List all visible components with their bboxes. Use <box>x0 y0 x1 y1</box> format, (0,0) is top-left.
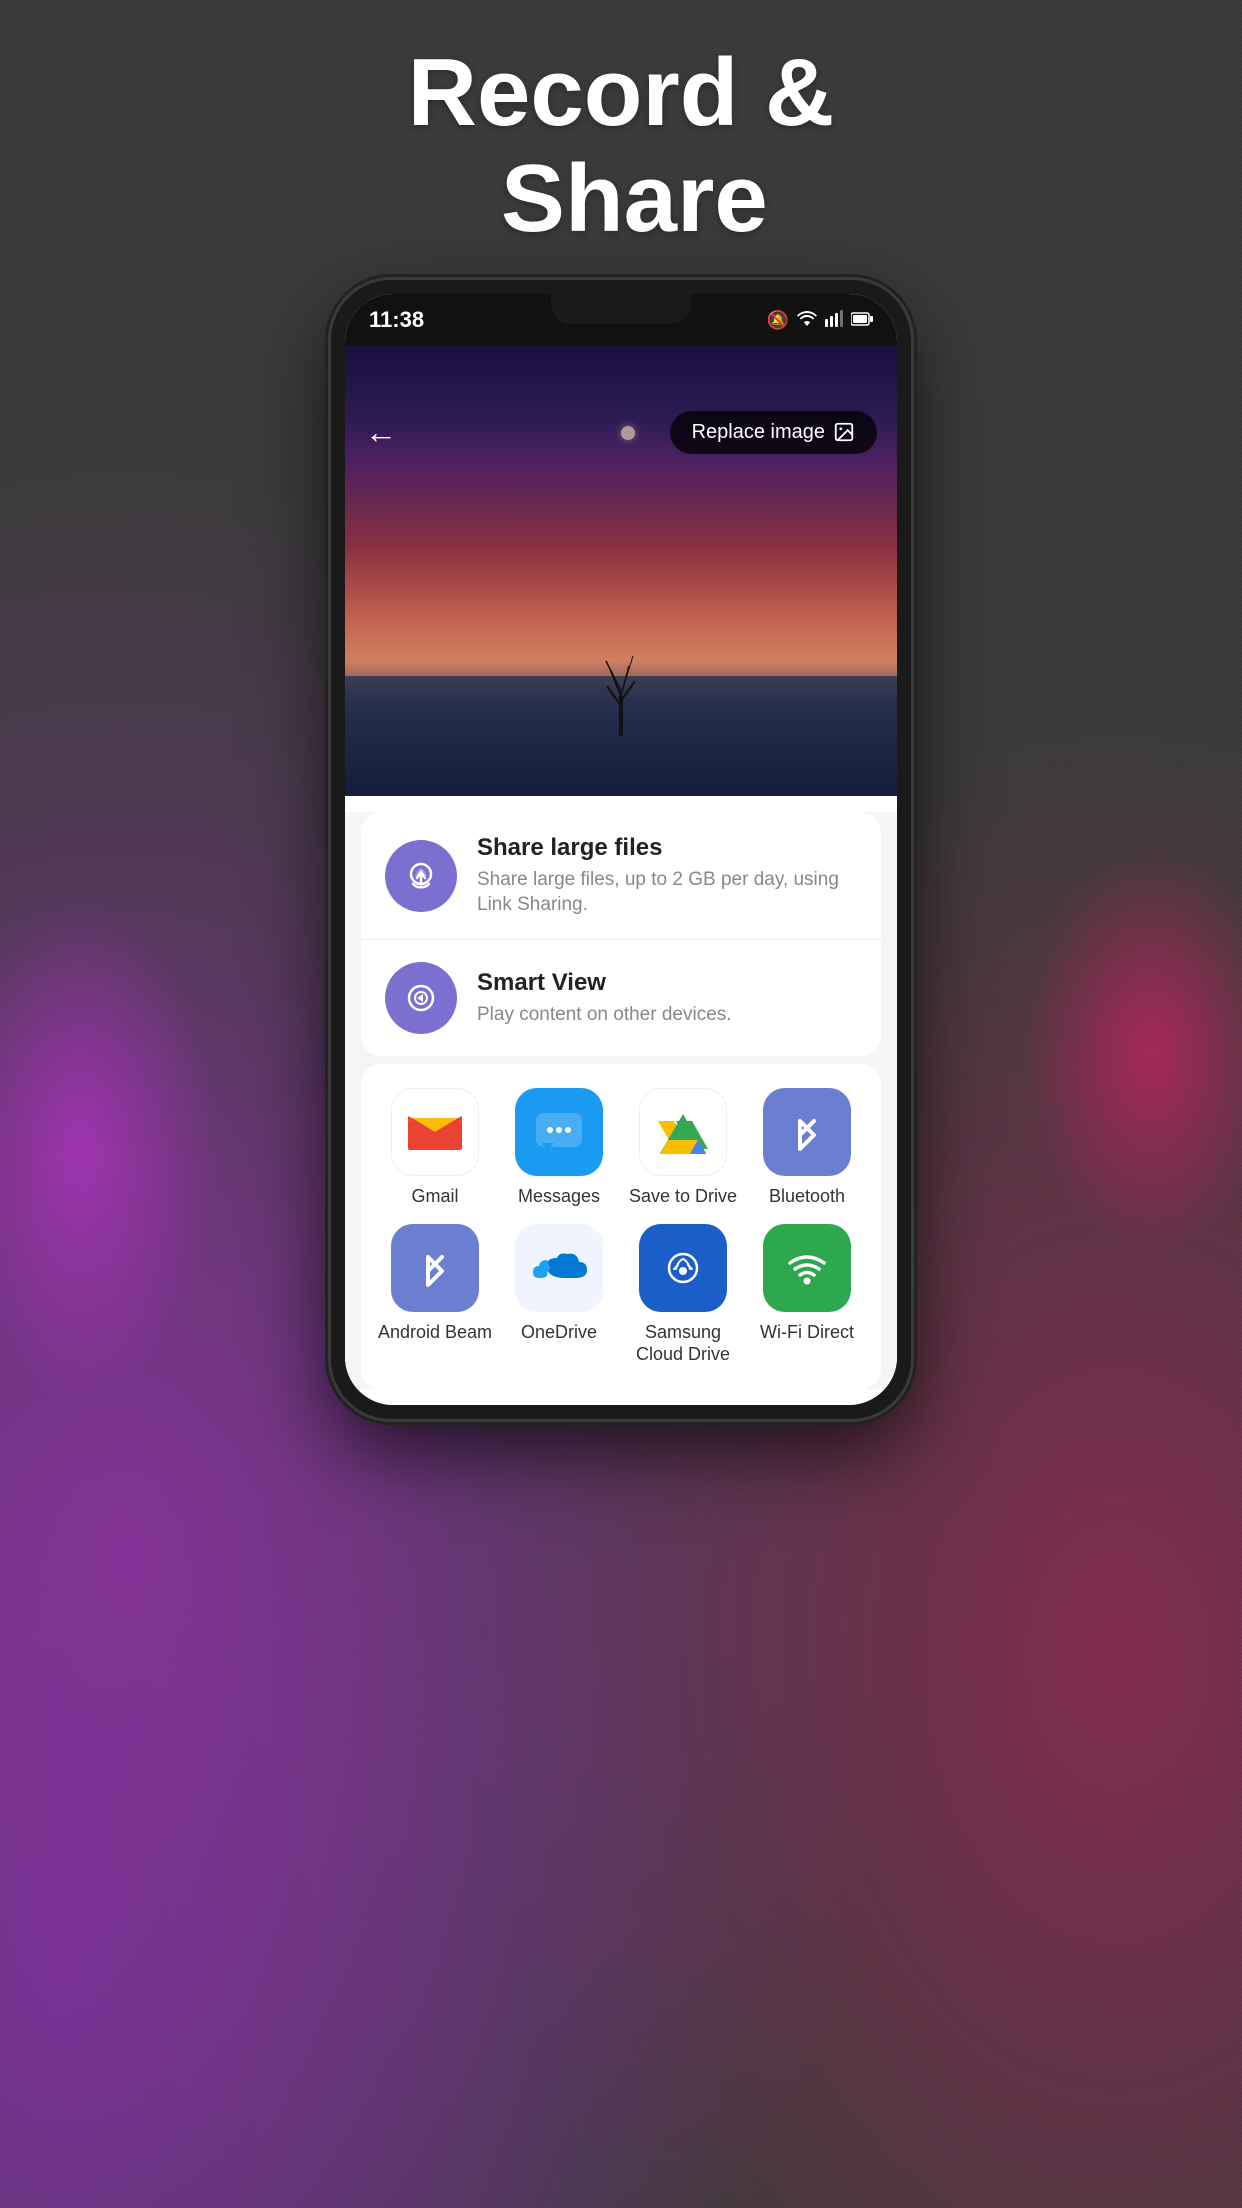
apps-grid: Gmail <box>377 1088 865 1365</box>
onedrive-app-item[interactable]: OneDrive <box>501 1224 617 1365</box>
tree-silhouette <box>601 656 641 736</box>
android-beam-label: Android Beam <box>378 1322 492 1344</box>
messages-icon <box>515 1088 603 1176</box>
signal-icon <box>825 309 843 332</box>
page-title: Record & Share <box>0 40 1242 251</box>
status-icons: 🔕 <box>767 309 873 332</box>
samsung-cloud-drive-icon <box>639 1224 727 1312</box>
smart-view-title: Smart View <box>477 969 732 997</box>
phone-mockup: 11:38 🔕 <box>331 280 911 1419</box>
samsung-cloud-drive-label: Samsung Cloud Drive <box>625 1322 741 1365</box>
phone-toolbar: ← Replace image <box>345 398 897 466</box>
main-image: ← Replace image <box>345 346 897 796</box>
samsung-cloud-drive-app-item[interactable]: Samsung Cloud Drive <box>625 1224 741 1365</box>
save-to-drive-label: Save to Drive <box>629 1186 737 1208</box>
apps-grid-card: Gmail <box>361 1064 881 1389</box>
share-large-files-desc: Share large files, up to 2 GB per day, u… <box>477 868 857 917</box>
bluetooth-app-item[interactable]: Bluetooth <box>749 1088 865 1208</box>
onedrive-label: OneDrive <box>521 1322 597 1344</box>
smart-view-desc: Play content on other devices. <box>477 1003 732 1028</box>
smart-view-info: Smart View Play content on other devices… <box>477 969 732 1028</box>
share-large-files-item[interactable]: Share large files Share large files, up … <box>361 812 881 939</box>
share-large-files-title: Share large files <box>477 834 857 862</box>
android-beam-app-item[interactable]: Android Beam <box>377 1224 493 1365</box>
smart-view-icon <box>385 962 457 1034</box>
phone-notch <box>551 294 691 324</box>
replace-image-label: Replace image <box>692 421 825 444</box>
mute-icon: 🔕 <box>767 310 789 331</box>
save-to-drive-icon <box>639 1088 727 1176</box>
onedrive-icon <box>515 1224 603 1312</box>
share-options-card: Share large files Share large files, up … <box>361 812 881 1056</box>
phone-screen: 11:38 🔕 <box>345 294 897 1405</box>
gmail-app-item[interactable]: Gmail <box>377 1088 493 1208</box>
battery-icon <box>851 310 873 331</box>
save-to-drive-app-item[interactable]: Save to Drive <box>625 1088 741 1208</box>
messages-label: Messages <box>518 1186 600 1208</box>
phone-frame: 11:38 🔕 <box>331 280 911 1419</box>
messages-app-item[interactable]: Messages <box>501 1088 617 1208</box>
replace-image-button[interactable]: Replace image <box>670 411 877 454</box>
android-beam-icon <box>391 1224 479 1312</box>
smart-view-item[interactable]: Smart View Play content on other devices… <box>361 939 881 1056</box>
back-button[interactable]: ← <box>365 414 397 451</box>
bluetooth-label: Bluetooth <box>769 1186 845 1208</box>
gmail-icon <box>391 1088 479 1176</box>
bottom-sheet: Share large files Share large files, up … <box>345 812 897 1389</box>
share-large-files-icon <box>385 840 457 912</box>
share-large-files-info: Share large files Share large files, up … <box>477 834 857 917</box>
wifi-direct-label: Wi-Fi Direct <box>760 1322 854 1344</box>
gmail-label: Gmail <box>411 1186 458 1208</box>
wifi-direct-app-item[interactable]: Wi-Fi Direct <box>749 1224 865 1365</box>
wifi-direct-icon <box>763 1224 851 1312</box>
wifi-icon <box>797 309 817 332</box>
bluetooth-icon <box>763 1088 851 1176</box>
status-time: 11:38 <box>369 307 424 333</box>
